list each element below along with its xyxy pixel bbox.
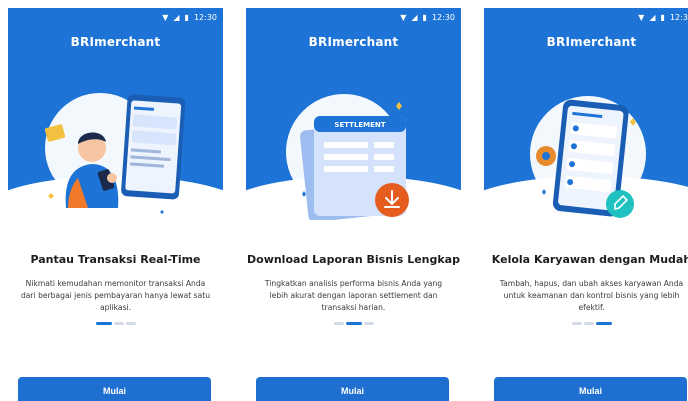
wifi-icon: ▼ <box>400 12 407 22</box>
mulai-button[interactable]: Mulai <box>18 377 211 401</box>
page-indicator <box>8 322 223 325</box>
page-dot <box>113 322 124 325</box>
page-dot-active <box>595 322 612 325</box>
page-dot <box>333 322 344 325</box>
page-dot-active <box>345 322 362 325</box>
wifi-icon: ▼ <box>638 12 645 22</box>
mulai-button[interactable]: Mulai <box>494 377 687 401</box>
status-bar: ▼ ◢ ▮ 12:30 <box>638 11 688 23</box>
battery-icon: ▮ <box>184 12 189 22</box>
page-dot <box>583 322 594 325</box>
settlement-document-illustration: SETTLEMENT <box>286 94 420 220</box>
screen-title: Download Laporan Bisnis Lengkap <box>247 253 460 266</box>
brimerchant-logo: BRImerchant <box>70 35 161 49</box>
screen-title: Kelola Karyawan dengan Mudah <box>491 253 688 266</box>
status-bar: ▼ ◢ ▮ 12:30 <box>400 11 455 23</box>
mulai-button[interactable]: Mulai <box>256 377 449 401</box>
signal-icon: ◢ <box>411 12 418 22</box>
hero-banner: ▼ ◢ ▮ 12:30 BRImerchant SETTLEMENT <box>246 8 461 220</box>
onboarding-screen-2: ▼ ◢ ▮ 12:30 BRImerchant SETTLEMENT Downl… <box>246 8 461 401</box>
status-time: 12:30 <box>431 12 455 22</box>
screen-title: Pantau Transaksi Real-Time <box>30 253 201 266</box>
page-dot-active <box>95 322 112 325</box>
employee-management-illustration <box>530 96 646 218</box>
page-dot <box>125 322 136 325</box>
status-time: 12:30 <box>193 12 217 22</box>
signal-icon: ◢ <box>173 12 180 22</box>
hero-banner: ▼ ◢ ▮ 12:30 BRImerchant <box>484 8 688 220</box>
status-bar: ▼ ◢ ▮ 12:30 <box>162 11 217 23</box>
page-dot <box>363 322 374 325</box>
page-indicator <box>246 322 461 325</box>
battery-icon: ▮ <box>660 12 665 22</box>
hero-banner: ▼ ◢ ▮ 12:30 BRImerchant <box>8 8 223 220</box>
settlement-label: SETTLEMENT <box>334 121 385 129</box>
wifi-icon: ▼ <box>162 12 169 22</box>
brimerchant-logo: BRImerchant <box>546 35 637 49</box>
person-with-phone-illustration <box>44 93 186 214</box>
battery-icon: ▮ <box>422 12 427 22</box>
screen-description: Tingkatkan analisis performa bisnis Anda… <box>264 279 443 312</box>
page-indicator <box>484 322 688 325</box>
screen-description: Tambah, hapus, dan ubah akses karyawan A… <box>499 279 684 312</box>
brimerchant-logo: BRImerchant <box>308 35 399 49</box>
onboarding-screen-3: ▼ ◢ ▮ 12:30 BRImerchant <box>484 8 688 401</box>
screen-description: Nikmati kemudahan memonitor transaksi An… <box>20 279 211 312</box>
signal-icon: ◢ <box>649 12 656 22</box>
status-time: 12:30 <box>669 12 688 22</box>
onboarding-screen-1: ▼ ◢ ▮ 12:30 BRImerchant Pantau Transaksi… <box>8 8 223 401</box>
page-dot <box>571 322 582 325</box>
